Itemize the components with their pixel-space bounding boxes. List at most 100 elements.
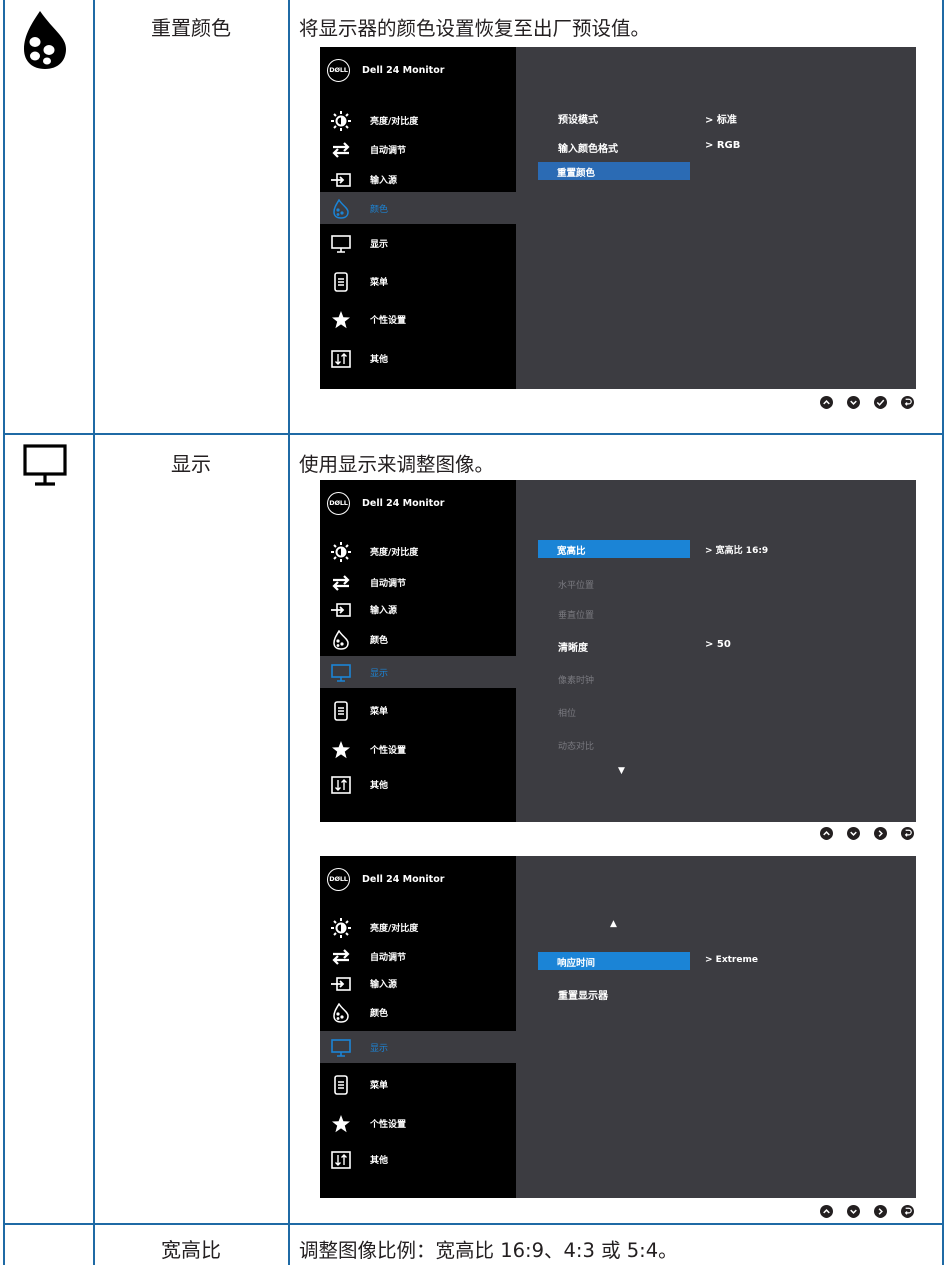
next-button-icon[interactable] <box>874 827 887 840</box>
osd-menu-brightness[interactable]: 亮度/对比度 <box>320 104 516 136</box>
osd-menu-menu[interactable]: 菜单 <box>320 694 516 726</box>
osd-control-buttons <box>820 1205 920 1219</box>
osd-value-preset-mode: > 标准 <box>705 115 737 126</box>
others-icon <box>331 350 351 368</box>
osd-main-menu: DØLL Dell 24 Monitor 亮度/对比度 自动调节 输入源 颜色 … <box>320 47 516 389</box>
osd-main-menu: DØLL Dell 24 Monitor 亮度/对比度 自动调节 输入源 颜色 … <box>320 480 516 822</box>
dell-logo: DØLL <box>327 492 350 515</box>
down-button-icon[interactable] <box>847 1205 860 1218</box>
brightness-icon <box>331 918 351 938</box>
personalize-star-icon <box>332 1115 350 1133</box>
up-button-icon[interactable] <box>820 827 833 840</box>
input-source-icon <box>331 173 351 187</box>
color-icon <box>333 630 349 650</box>
up-button-icon[interactable] <box>820 396 833 409</box>
osd-menu-input-source[interactable]: 输入源 <box>320 967 516 999</box>
back-button-icon[interactable] <box>901 827 914 840</box>
scroll-down-arrow[interactable]: ▼ <box>618 766 625 776</box>
row-divider-1 <box>3 433 944 435</box>
row-desc-aspect-ratio: 调整图像比例：宽高比 16:9、4:3 或 5:4。 <box>299 1239 678 1262</box>
osd-control-buttons <box>820 396 920 410</box>
osd-submenu-response-time[interactable]: 响应时间 <box>538 952 690 970</box>
up-button-icon[interactable] <box>820 1205 833 1218</box>
osd-menu-personalize[interactable]: 个性设置 <box>320 733 516 765</box>
osd-menu-label: 输入源 <box>370 606 398 616</box>
osd-menu-label: 菜单 <box>370 278 389 288</box>
osd-submenu-reset-display[interactable]: 重置显示器 <box>558 987 608 1002</box>
osd-submenu-aspect-ratio[interactable]: 宽高比 <box>538 540 690 558</box>
auto-adjust-icon <box>332 949 350 965</box>
osd-menu-label: 亮度/对比度 <box>370 117 419 127</box>
display-icon <box>331 664 351 682</box>
osd-menu-others[interactable]: 其他 <box>320 768 516 800</box>
osd-submenu-sharpness[interactable]: 清晰度 <box>558 639 588 654</box>
osd-submenu-reset-color[interactable]: 重置颜色 <box>538 162 690 180</box>
osd-menu-input-source[interactable]: 输入源 <box>320 593 516 625</box>
osd-menu-label: 亮度/对比度 <box>370 548 419 558</box>
osd-menu-label: 显示 <box>370 669 389 679</box>
osd-menu-color[interactable]: 颜色 <box>320 192 516 224</box>
color-icon <box>333 1003 349 1023</box>
osd-menu-display[interactable]: 显示 <box>320 656 516 688</box>
osd-menu-menu[interactable]: 菜单 <box>320 1068 516 1100</box>
osd-menu-label: 其他 <box>370 781 389 791</box>
personalize-star-icon <box>332 311 350 329</box>
osd-control-buttons <box>820 827 920 841</box>
input-source-icon <box>331 603 351 617</box>
display-icon <box>331 1039 351 1057</box>
osd-menu-display[interactable]: 显示 <box>320 227 516 259</box>
osd-menu-personalize[interactable]: 个性设置 <box>320 303 516 335</box>
osd-submenu-h-position: 水平位置 <box>558 581 595 591</box>
input-source-icon <box>331 977 351 991</box>
osd-menu-label: 自动调节 <box>370 579 407 589</box>
osd-submenu-label: 重置颜色 <box>557 168 596 179</box>
osd-menu-personalize[interactable]: 个性设置 <box>320 1107 516 1139</box>
back-button-icon[interactable] <box>901 1205 914 1218</box>
osd-model-name: Dell 24 Monitor <box>362 498 445 509</box>
osd-menu-others[interactable]: 其他 <box>320 342 516 374</box>
osd-menu-label: 颜色 <box>370 1009 389 1019</box>
osd-menu-brightness[interactable]: 亮度/对比度 <box>320 911 516 943</box>
osd-menu-label: 输入源 <box>370 176 398 186</box>
osd-menu-label: 亮度/对比度 <box>370 924 419 934</box>
scroll-up-arrow[interactable]: ▲ <box>610 919 617 929</box>
osd-menu-label: 显示 <box>370 240 389 250</box>
color-drop-icon <box>24 11 66 69</box>
menu-icon <box>334 272 348 292</box>
back-button-icon[interactable] <box>901 396 914 409</box>
osd-menu-display[interactable]: 显示 <box>320 1031 516 1063</box>
osd-submenu-input-color-format[interactable]: 输入颜色格式 <box>558 140 618 155</box>
osd-menu-brightness[interactable]: 亮度/对比度 <box>320 535 516 567</box>
osd-menu-others[interactable]: 其他 <box>320 1143 516 1175</box>
next-button-icon[interactable] <box>874 1205 887 1218</box>
osd-menu-label: 颜色 <box>370 636 389 646</box>
osd-menu-label: 颜色 <box>370 205 389 215</box>
row-name-reset-color: 重置颜色 <box>151 16 231 40</box>
osd-menu-auto-adjust[interactable]: 自动调节 <box>320 133 516 165</box>
osd-menu-label: 菜单 <box>370 707 389 717</box>
ok-button-icon[interactable] <box>874 396 887 409</box>
color-icon <box>333 199 349 219</box>
dell-logo: DØLL <box>327 868 350 891</box>
osd-menu-color[interactable]: 颜色 <box>320 996 516 1028</box>
auto-adjust-icon <box>332 575 350 591</box>
osd-menu-input-source[interactable]: 输入源 <box>320 163 516 195</box>
personalize-star-icon <box>332 741 350 759</box>
osd-submenu-preset-mode[interactable]: 预设模式 <box>558 111 598 126</box>
row-name-aspect-ratio: 宽高比 <box>161 1238 221 1262</box>
down-button-icon[interactable] <box>847 396 860 409</box>
osd-menu-color[interactable]: 颜色 <box>320 623 516 655</box>
osd-value-input-color-format: > RGB <box>705 140 741 151</box>
osd-menu-label: 显示 <box>370 1044 389 1054</box>
brightness-icon <box>331 542 351 562</box>
osd-menu-menu[interactable]: 菜单 <box>320 265 516 297</box>
table-border-left <box>3 0 5 1265</box>
down-button-icon[interactable] <box>847 827 860 840</box>
display-icon <box>331 235 351 253</box>
osd-submenu-label: 宽高比 <box>557 546 586 557</box>
dell-logo: DØLL <box>327 59 350 82</box>
table-border-divider-2 <box>288 0 290 1265</box>
osd-color-screen: DØLL Dell 24 Monitor 亮度/对比度 自动调节 输入源 颜色 … <box>320 47 916 389</box>
osd-menu-label: 自动调节 <box>370 146 407 156</box>
osd-menu-label: 其他 <box>370 355 389 365</box>
